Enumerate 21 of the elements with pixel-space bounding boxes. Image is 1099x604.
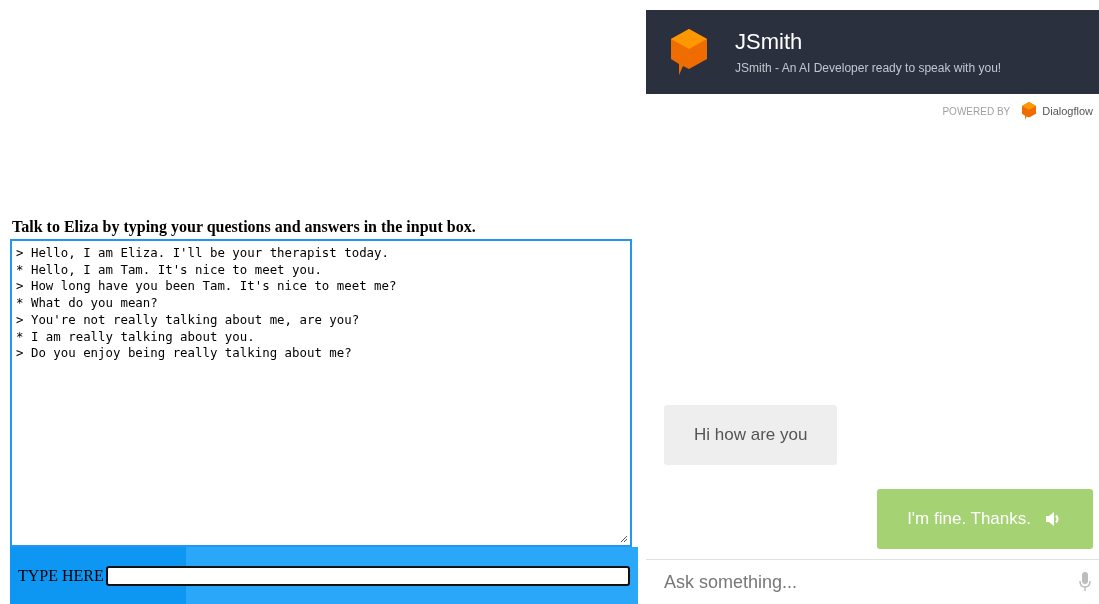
bot-message: Hi how are you [664,405,838,465]
transcript-line: * Hello, I am Tam. It's nice to meet you. [16,261,322,279]
transcript-line: * I am really talking about you. [16,328,255,346]
resize-grip-icon[interactable] [619,534,628,543]
input-label: TYPE HERE [18,566,104,585]
agent-description: JSmith - An AI Developer ready to speak with you! [735,61,1002,75]
instruction-text: Talk to Eliza by typing your questions and answers in the input box. [11,217,477,238]
speech-cube-icon [1022,102,1037,120]
transcript-line: > You're not really talking about me, are you? [16,311,360,329]
ask-field[interactable]: Ask something... [662,570,1079,594]
message-text: I'm fine. Thanks. [907,509,1031,529]
transcript-area[interactable] [10,239,632,547]
brand-name: Dialogflow [1042,105,1093,117]
transcript-line: > Hello, I am Eliza. I'll be your therapist today. [16,245,389,262]
input-field[interactable] [105,565,630,586]
speech-cube-icon [671,29,707,75]
transcript-line: > Do you enjoy being really talking about me? [16,345,352,362]
transcript-line: * What do you mean? [16,295,158,312]
powered-by-label: POWERED BY [942,105,1011,117]
agent-name: JSmith [735,29,804,55]
transcript-line: > How long have you been Tam. It's nice to meet me? [16,278,397,296]
